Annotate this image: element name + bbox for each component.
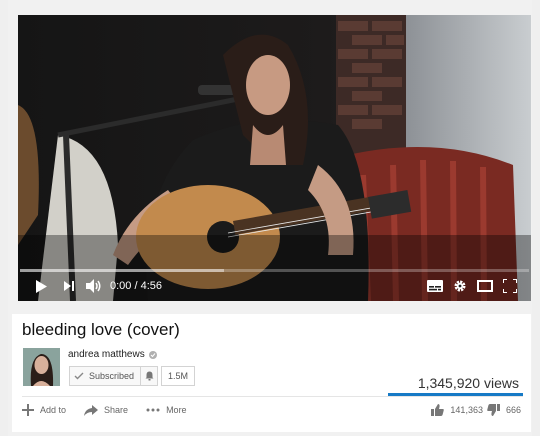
subscribe-group: Subscribed 1.5M [69, 366, 196, 386]
settings-button[interactable] [453, 279, 467, 293]
video-info-card: bleeding love (cover) andrea matthews Su… [12, 314, 531, 432]
player-controls: 0:00 / 4:56 [18, 271, 531, 301]
divider [22, 396, 523, 397]
thumbs-up-icon [431, 404, 445, 416]
more-button[interactable]: More [146, 405, 187, 415]
fullscreen-button[interactable] [503, 279, 517, 293]
dislike-count: 666 [505, 405, 521, 415]
video-title: bleeding love (cover) [22, 320, 180, 339]
dislike-button[interactable]: 666 [487, 404, 521, 416]
subscribed-label: Subscribed [89, 371, 135, 381]
subtitles-icon [427, 280, 443, 292]
bell-icon [145, 371, 154, 381]
add-to-button[interactable]: Add to [22, 404, 66, 416]
verified-icon [148, 350, 157, 359]
share-label: Share [104, 405, 129, 415]
like-count: 141,363 [450, 405, 483, 415]
fullscreen-icon [503, 279, 517, 293]
plus-icon [22, 404, 34, 416]
volume-button[interactable] [82, 279, 106, 293]
checkmark-icon [74, 372, 84, 380]
subtitles-button[interactable] [427, 280, 443, 292]
subscriber-count: 1.5M [161, 366, 196, 386]
share-icon [84, 404, 99, 416]
thumbs-down-icon [487, 404, 500, 416]
view-count: 1,345,920 views [417, 375, 519, 391]
channel-avatar[interactable] [23, 348, 60, 386]
play-button[interactable] [26, 279, 56, 293]
volume-icon [86, 279, 101, 293]
time-display: 0:00 / 4:56 [110, 280, 162, 292]
play-icon [36, 279, 47, 293]
channel-name-row: andrea matthews [68, 349, 157, 360]
avatar-image [23, 348, 60, 386]
theater-mode-icon [477, 280, 493, 292]
more-icon [146, 408, 160, 412]
next-button[interactable] [56, 280, 82, 292]
theater-mode-button[interactable] [477, 280, 493, 292]
channel-name[interactable]: andrea matthews [68, 349, 145, 360]
skip-next-icon [64, 281, 74, 291]
like-button[interactable]: 141,363 [431, 404, 483, 416]
share-button[interactable]: Share [84, 404, 129, 416]
subscribed-button[interactable]: Subscribed [69, 366, 142, 386]
like-dislike-group: 141,363 666 [431, 404, 521, 416]
action-bar: Add to Share More [22, 404, 187, 416]
gear-icon [454, 280, 466, 292]
more-label: More [166, 405, 187, 415]
video-frame-image [18, 15, 531, 301]
video-player[interactable]: 0:00 / 4:56 [18, 15, 531, 301]
notification-bell-button[interactable] [141, 366, 159, 386]
add-to-label: Add to [40, 405, 67, 415]
